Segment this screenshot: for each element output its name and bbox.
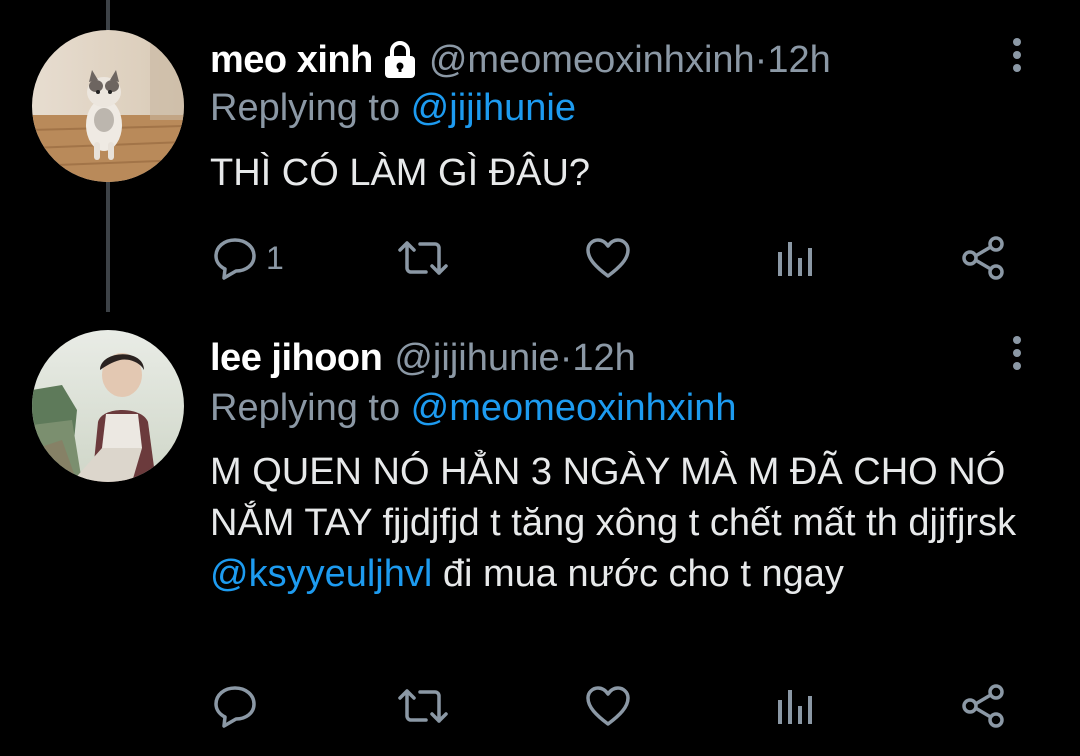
avatar[interactable] bbox=[32, 330, 184, 482]
reply-bubble-icon bbox=[212, 684, 258, 728]
tweet-text: M QUEN NÓ HẲN 3 NGÀY MÀ M ĐÃ CHO NÓ NẮM … bbox=[210, 447, 1030, 600]
replying-prefix: Replying to bbox=[210, 87, 411, 129]
share-button[interactable] bbox=[960, 228, 1006, 288]
display-name[interactable]: lee jihoon bbox=[210, 334, 383, 382]
tweet-text-part: M QUEN NÓ HẲN 3 NGÀY MÀ M ĐÃ CHO NÓ NẮM … bbox=[210, 451, 1017, 544]
action-bar bbox=[0, 676, 1080, 736]
share-icon bbox=[960, 683, 1006, 729]
reply-count: 1 bbox=[266, 239, 284, 276]
like-button[interactable] bbox=[584, 228, 632, 288]
tweet-header: lee jihoon @jijihunie · 12h bbox=[210, 334, 636, 382]
cat-photo-avatar bbox=[32, 30, 184, 182]
action-bar: 1 bbox=[0, 228, 1080, 288]
heart-icon bbox=[584, 684, 632, 728]
tweet-mention-link[interactable]: @ksyyeuljhvl bbox=[210, 553, 432, 595]
replying-to: Replying to @meomeoxinhxinh bbox=[210, 384, 737, 432]
share-button[interactable] bbox=[960, 676, 1006, 736]
tweet[interactable]: meo xinh @meomeoxinhxinh · 12h Replying … bbox=[0, 0, 1080, 312]
tweet-text-part: đi mua nước cho t ngay bbox=[432, 553, 844, 595]
tweet-header: meo xinh @meomeoxinhxinh · 12h bbox=[210, 36, 831, 84]
retweet-icon bbox=[396, 686, 450, 726]
tweet[interactable]: lee jihoon @jijihunie · 12h Replying to … bbox=[0, 312, 1080, 756]
timestamp[interactable]: 12h bbox=[572, 334, 635, 382]
bar-chart-icon bbox=[776, 686, 816, 726]
bar-chart-icon bbox=[776, 238, 816, 278]
share-icon bbox=[960, 235, 1006, 281]
separator: · bbox=[559, 337, 573, 379]
retweet-button[interactable] bbox=[396, 676, 450, 736]
retweet-button[interactable] bbox=[396, 228, 450, 288]
reply-button[interactable] bbox=[212, 676, 266, 736]
replying-to-mention[interactable]: @meomeoxinhxinh bbox=[411, 387, 737, 429]
vertical-dots-icon[interactable] bbox=[1006, 36, 1028, 76]
stats-button[interactable] bbox=[776, 676, 816, 736]
separator: · bbox=[754, 39, 768, 81]
person-photo-avatar bbox=[32, 330, 184, 482]
avatar[interactable] bbox=[32, 30, 184, 182]
stats-button[interactable] bbox=[776, 228, 816, 288]
display-name[interactable]: meo xinh bbox=[210, 36, 373, 84]
replying-to-mention[interactable]: @jijihunie bbox=[411, 87, 576, 129]
user-handle[interactable]: @meomeoxinhxinh bbox=[429, 36, 755, 84]
replying-prefix: Replying to bbox=[210, 387, 411, 429]
tweet-text: THÌ CÓ LÀM GÌ ĐÂU? bbox=[210, 152, 591, 194]
heart-icon bbox=[584, 236, 632, 280]
reply-bubble-icon bbox=[212, 236, 258, 280]
reply-button[interactable]: 1 bbox=[212, 228, 284, 288]
lock-icon bbox=[383, 40, 417, 80]
like-button[interactable] bbox=[584, 676, 632, 736]
timestamp[interactable]: 12h bbox=[767, 36, 830, 84]
user-handle[interactable]: @jijihunie bbox=[394, 334, 559, 382]
vertical-dots-icon[interactable] bbox=[1006, 334, 1028, 374]
replying-to: Replying to @jijihunie bbox=[210, 84, 576, 132]
retweet-icon bbox=[396, 238, 450, 278]
